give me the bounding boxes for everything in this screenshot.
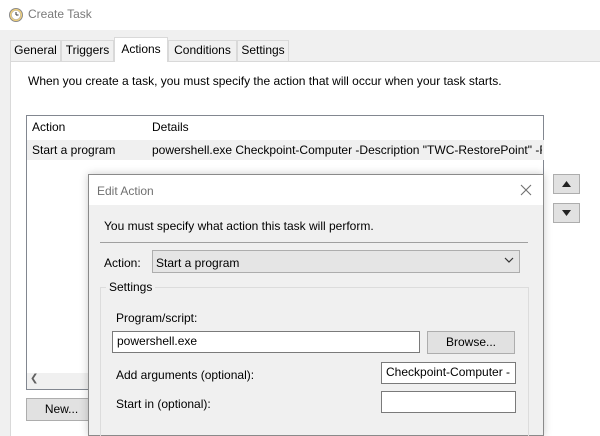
close-icon[interactable] bbox=[518, 182, 534, 198]
tab-actions[interactable]: Actions bbox=[114, 37, 168, 62]
intro-text: When you create a task, you must specify… bbox=[28, 74, 502, 88]
program-script-input[interactable]: powershell.exe bbox=[112, 331, 420, 353]
row-details-cell: powershell.exe Checkpoint-Computer -Desc… bbox=[152, 143, 542, 157]
column-header-action[interactable]: Action bbox=[32, 120, 65, 134]
row-action-cell: Start a program bbox=[32, 143, 116, 157]
start-in-label: Start in (optional): bbox=[116, 397, 211, 411]
tab-settings[interactable]: Settings bbox=[237, 40, 289, 61]
browse-button[interactable]: Browse... bbox=[427, 331, 515, 354]
task-scheduler-icon bbox=[8, 7, 24, 23]
settings-group-label: Settings bbox=[106, 280, 156, 294]
move-up-button[interactable] bbox=[553, 174, 580, 194]
action-label: Action: bbox=[104, 256, 141, 270]
dialog-title: Edit Action bbox=[97, 184, 154, 198]
triangle-up-icon bbox=[562, 181, 571, 187]
dialog-message: You must specify what action this task w… bbox=[104, 219, 374, 233]
scroll-left-icon[interactable]: ❮ bbox=[30, 373, 38, 384]
chevron-down-icon[interactable] bbox=[503, 254, 515, 269]
move-down-button[interactable] bbox=[553, 203, 580, 223]
start-in-input[interactable] bbox=[381, 391, 516, 413]
add-arguments-label: Add arguments (optional): bbox=[116, 368, 255, 382]
tab-conditions[interactable]: Conditions bbox=[168, 40, 237, 61]
new-button[interactable]: New... bbox=[26, 398, 97, 421]
action-select-value: Start a program bbox=[156, 256, 240, 270]
tab-general[interactable]: General bbox=[10, 40, 61, 61]
tab-triggers[interactable]: Triggers bbox=[61, 40, 114, 61]
dialog-separator bbox=[100, 242, 528, 243]
dialog-title-bar bbox=[89, 175, 543, 205]
column-header-details[interactable]: Details bbox=[152, 120, 189, 134]
add-arguments-input[interactable]: Checkpoint-Computer - bbox=[381, 362, 516, 384]
window-title: Create Task bbox=[28, 7, 92, 21]
triangle-down-icon bbox=[562, 210, 571, 216]
program-script-label: Program/script: bbox=[116, 311, 198, 325]
